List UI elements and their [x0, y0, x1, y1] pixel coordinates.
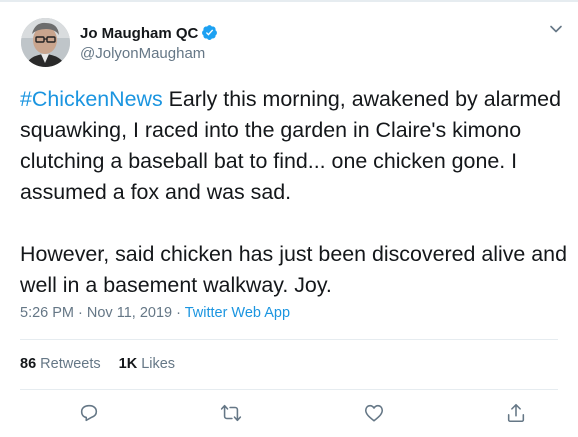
retweet-button[interactable]	[220, 402, 242, 424]
author-name[interactable]: Jo Maugham QC	[80, 25, 198, 42]
tweet-card: Jo Maugham QC @JolyonMaugham #ChickenNew…	[0, 0, 578, 437]
hashtag-link[interactable]: #ChickenNews	[20, 87, 163, 111]
reply-icon	[80, 404, 98, 422]
meta-separator: ·	[172, 305, 185, 321]
reply-button[interactable]	[78, 402, 100, 424]
chevron-down-icon[interactable]	[548, 21, 564, 37]
tweet-date[interactable]: Nov 11, 2019	[87, 305, 172, 321]
share-icon	[507, 403, 525, 423]
top-border	[0, 0, 578, 2]
heart-icon	[364, 404, 384, 422]
action-bar	[0, 402, 578, 426]
avatar[interactable]	[21, 18, 70, 67]
tweet-source-link[interactable]: Twitter Web App	[185, 305, 290, 321]
tweet-time[interactable]: 5:26 PM	[20, 305, 74, 321]
author-name-row[interactable]: Jo Maugham QC	[80, 24, 218, 42]
retweets-label: Retweets	[40, 356, 101, 372]
likes-stat[interactable]: 1K Likes	[119, 356, 175, 372]
meta-separator: ·	[74, 305, 87, 321]
tweet-stats: 86 Retweets 1K Likes	[20, 356, 193, 372]
avatar-image	[21, 18, 70, 67]
tweet-meta: 5:26 PM · Nov 11, 2019 · Twitter Web App	[20, 305, 290, 321]
tweet-text-part2: However, said chicken has just been disc…	[20, 242, 573, 297]
retweet-icon	[220, 404, 242, 422]
likes-label: Likes	[141, 356, 176, 372]
likes-count: 1K	[118, 356, 138, 372]
share-button[interactable]	[505, 402, 527, 424]
retweets-count: 86	[20, 356, 37, 372]
retweets-stat[interactable]: 86 Retweets	[20, 356, 101, 372]
verified-badge-icon	[202, 25, 218, 40]
divider	[20, 339, 558, 340]
divider	[20, 389, 558, 390]
tweet-text: #ChickenNews Early this morning, awakene…	[20, 84, 572, 301]
tweet-header: Jo Maugham QC @JolyonMaugham	[21, 18, 541, 72]
author-handle[interactable]: @JolyonMaugham	[80, 45, 205, 62]
like-button[interactable]	[363, 402, 385, 424]
